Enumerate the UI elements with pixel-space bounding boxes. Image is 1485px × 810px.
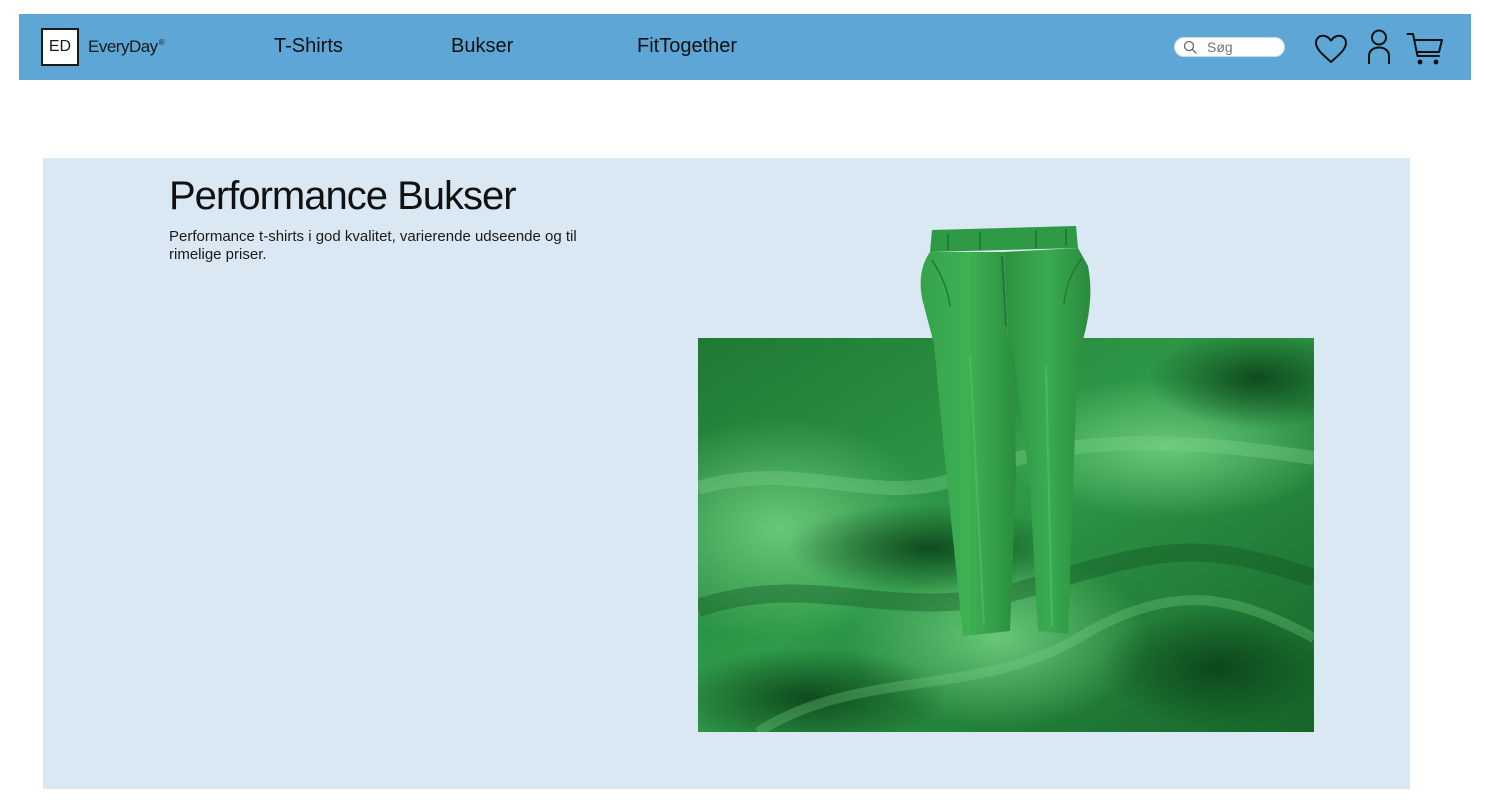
search-icon[interactable] xyxy=(1183,40,1197,54)
user-icon[interactable] xyxy=(1367,29,1391,65)
cart-icon[interactable] xyxy=(1406,32,1444,66)
logo-name: EveryDay xyxy=(88,37,158,56)
nav-link-bukser[interactable]: Bukser xyxy=(451,35,513,58)
brand-logo[interactable]: ED EveryDay® xyxy=(41,28,165,66)
hero-banner: Performance Bukser Performance t-shirts … xyxy=(43,158,1410,789)
nav-link-t-shirts[interactable]: T-Shirts xyxy=(274,35,343,58)
nav-link-fittogether[interactable]: FitTogether xyxy=(637,35,737,58)
search-input[interactable] xyxy=(1207,39,1277,55)
hero-description: Performance t-shirts i god kvalitet, var… xyxy=(169,228,577,263)
page-title: Performance Bukser xyxy=(169,174,517,218)
top-navigation-bar: ED EveryDay® T-Shirts Bukser FitTogether xyxy=(19,14,1471,80)
heart-icon[interactable] xyxy=(1314,34,1348,64)
search-bar[interactable] xyxy=(1174,37,1285,57)
logo-mark: ED xyxy=(41,28,79,66)
trademark-symbol: ® xyxy=(158,38,165,48)
logo-wordmark: EveryDay® xyxy=(88,37,165,57)
green-trousers-image xyxy=(920,226,1091,636)
